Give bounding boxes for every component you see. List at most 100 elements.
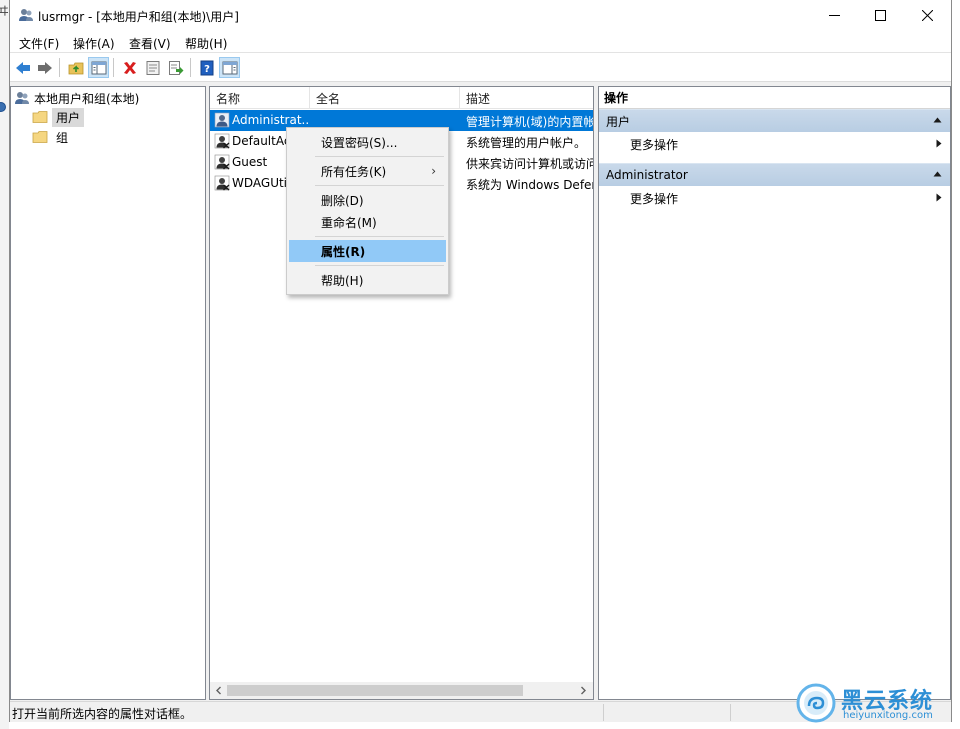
menu-item-label: 所有任务(K) <box>321 164 387 179</box>
tree-item-users[interactable]: 用户 <box>32 107 85 127</box>
up-one-level-button[interactable] <box>65 57 86 78</box>
status-divider <box>603 704 604 721</box>
menu-item-all-tasks[interactable]: 所有任务(K) › <box>289 160 446 182</box>
scroll-right-button[interactable] <box>577 684 590 697</box>
tree-root-label: 本地用户和组(本地) <box>34 91 140 106</box>
properties-button[interactable] <box>142 57 163 78</box>
show-hide-tree-button[interactable] <box>88 57 109 78</box>
minimize-button[interactable] <box>811 0 857 31</box>
column-fullname[interactable]: 全名 <box>310 87 460 109</box>
menu-item-label: 属性(R) <box>321 244 366 259</box>
cell-description: 管理计算机(域)的内置帐 <box>466 115 593 129</box>
export-list-button[interactable] <box>165 57 186 78</box>
scroll-left-button[interactable] <box>212 684 225 697</box>
menu-item-help[interactable]: 帮助(H) <box>289 269 446 291</box>
forward-button[interactable] <box>34 57 55 78</box>
menu-item-label: 帮助(H) <box>321 273 364 288</box>
action-group-users[interactable]: 用户 <box>599 109 950 132</box>
tree-item-label: 组 <box>56 130 69 145</box>
menu-item-properties[interactable]: 属性(R) <box>289 240 446 262</box>
chevron-left-icon <box>216 686 221 695</box>
menu-bar: 文件(F) 操作(A) 查看(V) 帮助(H) <box>10 31 951 53</box>
menu-file[interactable]: 文件(F) <box>19 35 59 52</box>
collapse-up-icon <box>933 171 942 177</box>
column-label: 全名 <box>316 91 341 106</box>
tree-root[interactable]: 本地用户和组(本地) <box>14 88 143 108</box>
user-icon <box>214 112 230 128</box>
delete-x-icon <box>123 61 136 74</box>
action-pane-icon <box>222 61 237 74</box>
cell-description: 系统为 Windows Defen <box>466 178 593 192</box>
delete-button[interactable] <box>119 57 140 78</box>
menu-item-set-password[interactable]: 设置密码(S)... <box>289 131 446 153</box>
action-more-actions[interactable]: 更多操作 <box>599 187 950 209</box>
menu-view[interactable]: 查看(V) <box>129 35 171 52</box>
toolbar-separator <box>59 58 60 77</box>
status-divider <box>730 704 731 721</box>
column-header-row: 名称 全名 描述 <box>210 87 593 109</box>
menu-item-rename[interactable]: 重命名(M) <box>289 211 446 233</box>
actions-header: 操作 <box>599 87 950 109</box>
tree-item-label: 用户 <box>52 107 85 127</box>
action-more-actions[interactable]: 更多操作 <box>599 133 950 155</box>
show-tree-icon <box>91 61 106 74</box>
console-tree: 本地用户和组(本地) 用户 组 <box>10 86 206 700</box>
column-label: 名称 <box>216 91 241 106</box>
action-group-title: Administrator <box>606 168 688 182</box>
lusrmgr-window: lusrmgr - [本地用户和组(本地)\用户] 文件(F) 操作(A) 查看… <box>9 0 952 722</box>
close-button[interactable] <box>904 0 950 31</box>
menu-help[interactable]: 帮助(H) <box>185 35 227 52</box>
column-name[interactable]: 名称 <box>210 87 310 109</box>
help-button[interactable]: ? <box>196 57 217 78</box>
properties-icon <box>146 60 159 75</box>
show-hide-action-pane-button[interactable] <box>219 57 240 78</box>
cell-description: 供来宾访问计算机或访问 <box>466 157 593 171</box>
menu-separator <box>315 156 444 157</box>
back-arrow-icon <box>15 61 30 74</box>
menu-separator <box>315 185 444 186</box>
users-app-icon <box>19 9 33 21</box>
watermark: 黑云系统 heiyunxitong.com <box>796 683 956 727</box>
help-icon: ? <box>200 60 213 75</box>
disabled-user-icon <box>214 133 230 149</box>
folder-icon <box>32 111 48 123</box>
actions-header-label: 操作 <box>604 91 629 105</box>
submenu-arrow-icon <box>936 139 942 148</box>
submenu-arrow-icon <box>936 193 942 202</box>
desktop-edge: ヰ <box>0 0 9 729</box>
menu-action[interactable]: 操作(A) <box>73 35 115 52</box>
horizontal-scrollbar[interactable] <box>210 682 593 699</box>
action-group-administrator[interactable]: Administrator <box>599 163 950 186</box>
column-label: 描述 <box>466 91 491 106</box>
menu-item-delete[interactable]: 删除(D) <box>289 189 446 211</box>
chevron-right-icon <box>581 686 586 695</box>
tree-item-groups[interactable]: 组 <box>32 127 72 147</box>
context-menu: 设置密码(S)... 所有任务(K) › 删除(D) 重命名(M) 属性(R) … <box>286 127 449 295</box>
cell-description: 系统管理的用户帐户。 <box>466 136 587 150</box>
up-folder-icon <box>68 62 83 74</box>
export-list-icon <box>168 60 183 75</box>
folder-icon <box>32 131 48 143</box>
actions-pane: 操作 用户 更多操作 Administrator 更多操作 <box>598 86 951 700</box>
back-button[interactable] <box>12 57 33 78</box>
forward-arrow-icon <box>37 61 52 74</box>
menu-item-label: 重命名(M) <box>321 215 377 230</box>
status-text: 打开当前所选内容的属性对话框。 <box>12 707 193 721</box>
maximize-button[interactable] <box>857 0 903 31</box>
maximize-icon <box>874 10 886 21</box>
disabled-user-icon <box>214 154 230 170</box>
desktop-edge-icon <box>0 102 6 112</box>
menu-separator <box>315 265 444 266</box>
column-description[interactable]: 描述 <box>460 87 593 109</box>
submenu-chevron-icon: › <box>431 164 436 178</box>
scrollbar-thumb[interactable] <box>227 685 523 696</box>
action-group-title: 用户 <box>606 114 631 129</box>
cell-name: Administrat... <box>232 113 310 127</box>
menu-separator <box>315 236 444 237</box>
toolbar-separator <box>190 58 191 77</box>
svg-text:?: ? <box>204 64 210 75</box>
toolbar-separator <box>113 58 114 77</box>
title-bar[interactable]: lusrmgr - [本地用户和组(本地)\用户] <box>10 0 951 31</box>
close-icon <box>921 10 933 21</box>
toolbar: ? <box>10 53 951 82</box>
